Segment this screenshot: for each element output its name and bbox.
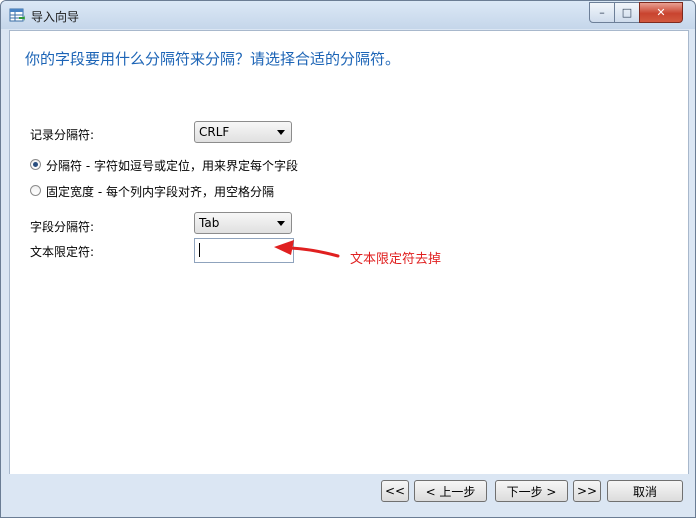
red-arrow-icon xyxy=(274,240,340,258)
wizard-footer: << < 上一步 下一步 > >> 取消 xyxy=(1,474,695,517)
maximize-icon: □ xyxy=(621,6,633,19)
cancel-button[interactable]: 取消 xyxy=(607,480,683,502)
fixed-width-option-label[interactable]: 固定宽度 - 每个列内字段对齐，用空格分隔 xyxy=(46,183,274,200)
record-delimiter-value: CRLF xyxy=(199,125,230,139)
chevron-down-icon xyxy=(277,221,285,226)
next-button[interactable]: 下一步 > xyxy=(495,480,568,502)
delimited-option-label[interactable]: 分隔符 - 字符如逗号或定位，用来界定每个字段 xyxy=(46,157,298,174)
field-delimiter-select[interactable]: Tab xyxy=(194,212,292,234)
close-icon: ✕ xyxy=(656,6,666,19)
field-delimiter-value: Tab xyxy=(199,216,220,230)
field-delimiter-label: 字段分隔符: xyxy=(30,220,95,234)
title-bar[interactable]: 导入向导 – □ ✕ xyxy=(1,1,695,29)
first-page-button[interactable]: << xyxy=(381,480,409,502)
close-button[interactable]: ✕ xyxy=(639,2,683,23)
annotation-note: 文本限定符去掉 xyxy=(350,252,442,267)
page-heading: 你的字段要用什么分隔符来分隔？请选择合适的分隔符。 xyxy=(25,50,401,68)
chevron-down-icon xyxy=(277,130,285,135)
delimited-radio[interactable] xyxy=(30,159,41,170)
text-qualifier-label: 文本限定符: xyxy=(30,245,95,259)
minimize-button[interactable]: – xyxy=(589,2,615,23)
radio-selected-dot xyxy=(33,162,38,167)
record-delimiter-label: 记录分隔符: xyxy=(30,128,95,142)
record-delimiter-select[interactable]: CRLF xyxy=(194,121,292,143)
window-title: 导入向导 xyxy=(31,10,80,24)
last-page-button[interactable]: >> xyxy=(573,480,601,502)
minimize-icon: – xyxy=(599,6,605,19)
maximize-button[interactable]: □ xyxy=(614,2,640,23)
previous-button[interactable]: < 上一步 xyxy=(414,480,487,502)
import-wizard-window: 导入向导 – □ ✕ 你的字段要用什么分隔符来分隔？请选择合适的分隔符。 记录分… xyxy=(0,0,696,518)
table-import-icon xyxy=(9,8,25,22)
fixed-width-radio[interactable] xyxy=(30,185,41,196)
wizard-content: 你的字段要用什么分隔符来分隔？请选择合适的分隔符。 记录分隔符: CRLF 分隔… xyxy=(9,30,689,475)
text-caret xyxy=(199,243,200,257)
